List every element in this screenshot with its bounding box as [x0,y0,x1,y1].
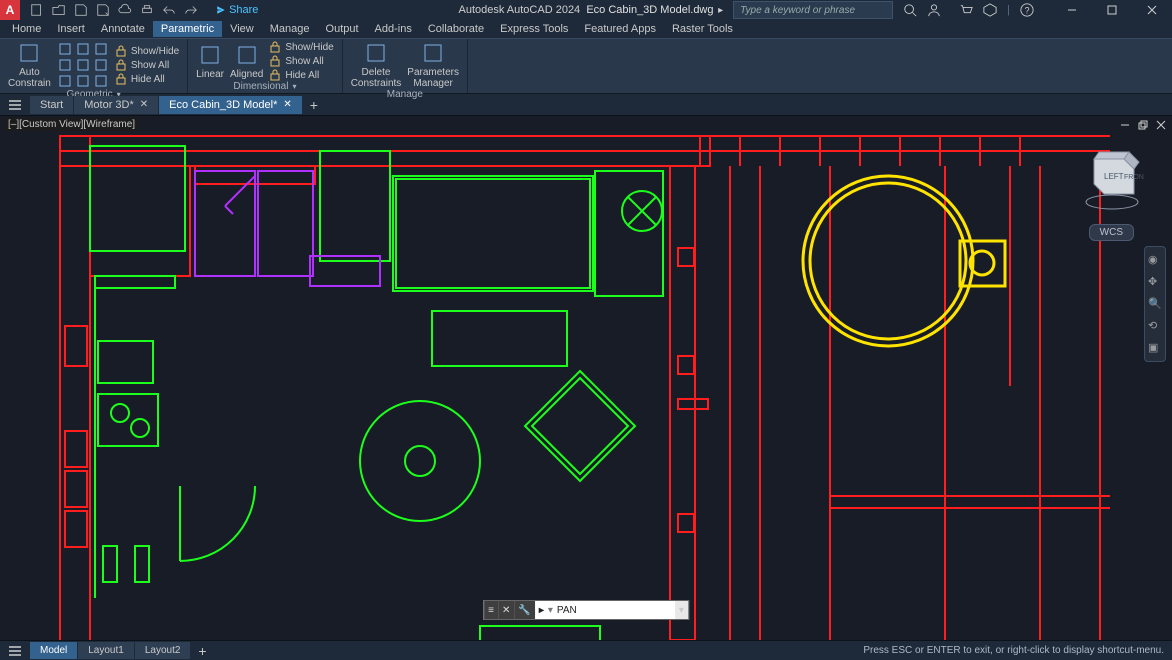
document-tabs: StartMotor 3D*✕Eco Cabin_3D Model*✕ + [0,94,1172,116]
vp-close-icon[interactable] [1154,118,1168,132]
menu-collaborate[interactable]: Collaborate [420,21,492,37]
print-icon[interactable] [140,3,154,17]
ribbon-show-all[interactable]: Show All [115,59,179,71]
ribbon-group-geometric: Auto ConstrainShow/HideShow AllHide AllG… [0,39,188,93]
cmd-text: PAN [557,605,577,616]
ribbon-delete-constraints[interactable]: Delete Constraints [351,41,402,89]
ribbon-show-hide[interactable]: Show/Hide [269,41,333,53]
nav-zoom-icon[interactable]: 🔍 [1148,297,1162,311]
ribbon-group-dimensional: LinearAlignedShow/HideShow AllHide AllDi… [188,39,343,93]
menu-annotate[interactable]: Annotate [93,21,153,37]
search-input[interactable]: Type a keyword or phrase [733,1,893,19]
menu-bar: HomeInsertAnnotateParametricViewManageOu… [0,20,1172,38]
constraint-icon[interactable] [75,58,91,72]
add-layout-button[interactable]: + [191,643,213,659]
maximize-button[interactable] [1092,0,1132,20]
menu-manage[interactable]: Manage [262,21,318,37]
ribbon-show-hide[interactable]: Show/Hide [115,45,179,57]
status-bar: ModelLayout1Layout2 + Press ESC or ENTER… [0,640,1172,660]
cad-drawing [0,116,1172,640]
undo-icon[interactable] [162,3,176,17]
share-label: Share [229,4,258,16]
title-bar: A Share Autodesk AutoCAD 2024 Eco Cabin_… [0,0,1172,20]
document-tab[interactable]: Motor 3D*✕ [74,96,159,114]
layout-tab[interactable]: Layout2 [135,642,192,659]
constraint-icon[interactable] [75,42,91,56]
tab-close-icon[interactable]: ✕ [140,99,148,110]
vp-minimize-icon[interactable] [1118,118,1132,132]
constraint-icon[interactable] [75,74,91,88]
navigation-bar[interactable]: ◉ ✥ 🔍 ⟲ ▣ [1144,246,1166,362]
menu-add-ins[interactable]: Add-ins [367,21,420,37]
redo-icon[interactable] [184,3,198,17]
layout-menu-icon[interactable] [0,644,30,658]
tabs-menu-icon[interactable] [0,98,30,112]
search-placeholder: Type a keyword or phrase [740,5,855,16]
menu-output[interactable]: Output [318,21,367,37]
app-store-icon[interactable] [983,3,997,17]
ribbon-auto-constrain[interactable]: Auto Constrain [8,41,51,89]
ribbon-linear[interactable]: Linear [196,43,224,80]
nav-orbit-icon[interactable]: ⟲ [1148,319,1162,333]
cmd-settings-icon[interactable]: 🔧 [514,601,534,619]
document-tab[interactable]: Start [30,96,74,114]
cart-icon[interactable] [959,3,973,17]
menu-home[interactable]: Home [4,21,49,37]
open-icon[interactable] [52,3,66,17]
nav-pan-icon[interactable]: ✥ [1148,275,1162,289]
drawing-canvas[interactable]: LEFT FRONT WCS ◉ ✥ 🔍 ⟲ ▣ ≡ ✕ 🔧 ▸▾ PAN ▾ [0,116,1172,640]
menu-express-tools[interactable]: Express Tools [492,21,576,37]
status-hint: Press ESC or ENTER to exit, or right-cli… [863,645,1172,656]
tab-close-icon[interactable]: ✕ [283,99,291,110]
ribbon-group-manage: Delete ConstraintsParameters ManagerMana… [343,39,468,93]
svg-text:FRONT: FRONT [1124,174,1144,181]
new-icon[interactable] [30,3,44,17]
ribbon-hide-all[interactable]: Hide All [115,73,179,85]
command-line[interactable]: ≡ ✕ 🔧 ▸▾ PAN ▾ [483,600,689,620]
svg-text:?: ? [1025,6,1030,16]
signin-icon[interactable] [927,3,941,17]
cloud-icon[interactable] [118,3,132,17]
vp-restore-icon[interactable] [1136,118,1150,132]
menu-insert[interactable]: Insert [49,21,93,37]
layout-tab[interactable]: Model [30,642,78,659]
share-button[interactable]: Share [216,4,258,16]
quick-access-toolbar: Share [30,3,258,17]
app-logo[interactable]: A [0,0,20,20]
cmd-close-icon[interactable]: ✕ [498,601,514,619]
save-icon[interactable] [74,3,88,17]
menu-view[interactable]: View [222,21,262,37]
constraint-icon[interactable] [93,42,109,56]
close-button[interactable] [1132,0,1172,20]
cmd-history-icon[interactable]: ≡ [484,601,498,619]
constraint-icon[interactable] [57,58,73,72]
nav-wheel-icon[interactable]: ◉ [1148,253,1162,267]
ribbon-hide-all[interactable]: Hide All [269,69,333,81]
ribbon-show-all[interactable]: Show All [269,55,333,67]
wcs-badge[interactable]: WCS [1089,224,1134,241]
ribbon: Auto ConstrainShow/HideShow AllHide AllG… [0,38,1172,94]
svg-text:LEFT: LEFT [1104,172,1124,181]
menu-parametric[interactable]: Parametric [153,21,222,37]
nav-showmotion-icon[interactable]: ▣ [1148,341,1162,355]
constraint-icon[interactable] [93,74,109,88]
search-icon[interactable] [903,3,917,17]
constraint-icon[interactable] [93,58,109,72]
constraint-icon[interactable] [57,42,73,56]
ribbon-aligned[interactable]: Aligned [230,43,263,80]
saveas-icon[interactable] [96,3,110,17]
view-cube[interactable]: LEFT FRONT [1074,144,1144,214]
new-tab-button[interactable]: + [303,97,325,113]
viewport-label[interactable]: [–][Custom View][Wireframe] [4,118,139,131]
layout-tab[interactable]: Layout1 [78,642,135,659]
menu-raster-tools[interactable]: Raster Tools [664,21,741,37]
ribbon-parameters-manager[interactable]: Parameters Manager [407,41,459,89]
minimize-button[interactable] [1052,0,1092,20]
constraint-icon[interactable] [57,74,73,88]
help-icon[interactable]: ? [1020,3,1034,17]
document-tab[interactable]: Eco Cabin_3D Model*✕ [159,96,303,114]
menu-featured-apps[interactable]: Featured Apps [576,21,664,37]
